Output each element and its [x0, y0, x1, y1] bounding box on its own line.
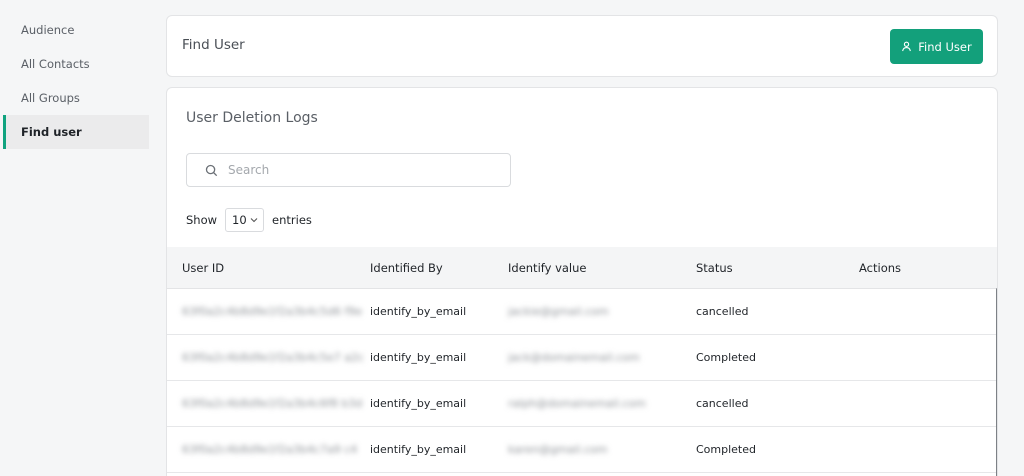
table-scrollbar[interactable]	[996, 288, 997, 476]
column-header-status[interactable]: Status	[696, 247, 733, 289]
status-cell: cancelled	[696, 397, 749, 410]
identify-value-cell: jack@domainemail.com	[508, 351, 640, 364]
sidebar-item-audience[interactable]: Audience	[3, 13, 149, 47]
user-id-cell: 63f0a2c4b8d9e1f2a3b4c5d6 f9e	[182, 305, 363, 318]
page-title: Find User	[182, 37, 245, 53]
search-icon	[205, 164, 218, 176]
user-id-cell: 63f0a2c4b8d9e1f2a3b4c6f8 b3d	[182, 397, 363, 410]
user-id-cell: 63f0a2c4b8d9e1f2a3b4c5e7 a2c	[182, 351, 365, 364]
table-row: 63f0a2c4b8d9e1f2a3b4c6f8 b3d identify_by…	[167, 381, 997, 427]
sidebar: Audience All Contacts All Groups Find us…	[0, 0, 150, 476]
entries-value: 10	[232, 213, 247, 227]
column-header-identified-by[interactable]: Identified By	[370, 247, 443, 289]
table-row: 63f0a2c4b8d9e1f2a3b4c5e7 a2c identify_by…	[167, 335, 997, 381]
status-cell: Completed	[696, 443, 756, 456]
chevron-down-icon	[250, 218, 258, 223]
column-header-actions: Actions	[859, 261, 902, 275]
identify-value-cell: ralph@domainemail.com	[508, 397, 646, 410]
table-row: 63f0a2c4b8d9e1f2a3b4c7a9 c4 identify_by_…	[167, 427, 997, 473]
identify-value-cell: karen@gmail.com	[508, 443, 608, 456]
section-title: User Deletion Logs	[186, 110, 318, 126]
table-row: 63f0a2c4b8d9e1f2a3b4c5d6 f9e identify_by…	[167, 289, 997, 335]
deletion-logs-card: User Deletion Logs Show 10 entries User …	[166, 87, 998, 476]
status-cell: Completed	[696, 351, 756, 364]
sidebar-item-all-groups[interactable]: All Groups	[3, 81, 149, 115]
search-box	[186, 153, 511, 187]
identified-by-cell: identify_by_email	[370, 443, 467, 456]
find-user-button-label: Find User	[918, 39, 972, 54]
find-user-button[interactable]: Find User	[890, 29, 983, 64]
identified-by-cell: identify_by_email	[370, 397, 467, 410]
show-label: Show	[186, 213, 218, 227]
user-id-cell: 63f0a2c4b8d9e1f2a3b4c7a9 c4	[182, 443, 358, 456]
column-header-identify-value[interactable]: Identify value	[508, 247, 586, 289]
sidebar-item-all-contacts[interactable]: All Contacts	[3, 47, 149, 81]
table-header: User ID Identified By Identify value Sta…	[167, 247, 997, 289]
user-icon	[902, 41, 912, 52]
entries-select[interactable]: 10	[225, 208, 265, 232]
entries-label: entries	[272, 213, 312, 227]
find-user-header: Find User Find User	[166, 15, 998, 77]
identified-by-cell: identify_by_email	[370, 305, 467, 318]
identify-value-cell: jackie@gmail.com	[508, 305, 609, 318]
status-cell: cancelled	[696, 305, 749, 318]
entries-control: Show 10 entries	[186, 208, 312, 232]
search-input[interactable]	[228, 163, 488, 177]
sidebar-item-find-user[interactable]: Find user	[3, 115, 149, 149]
identified-by-cell: identify_by_email	[370, 351, 467, 364]
column-header-user-id[interactable]: User ID	[182, 247, 224, 289]
